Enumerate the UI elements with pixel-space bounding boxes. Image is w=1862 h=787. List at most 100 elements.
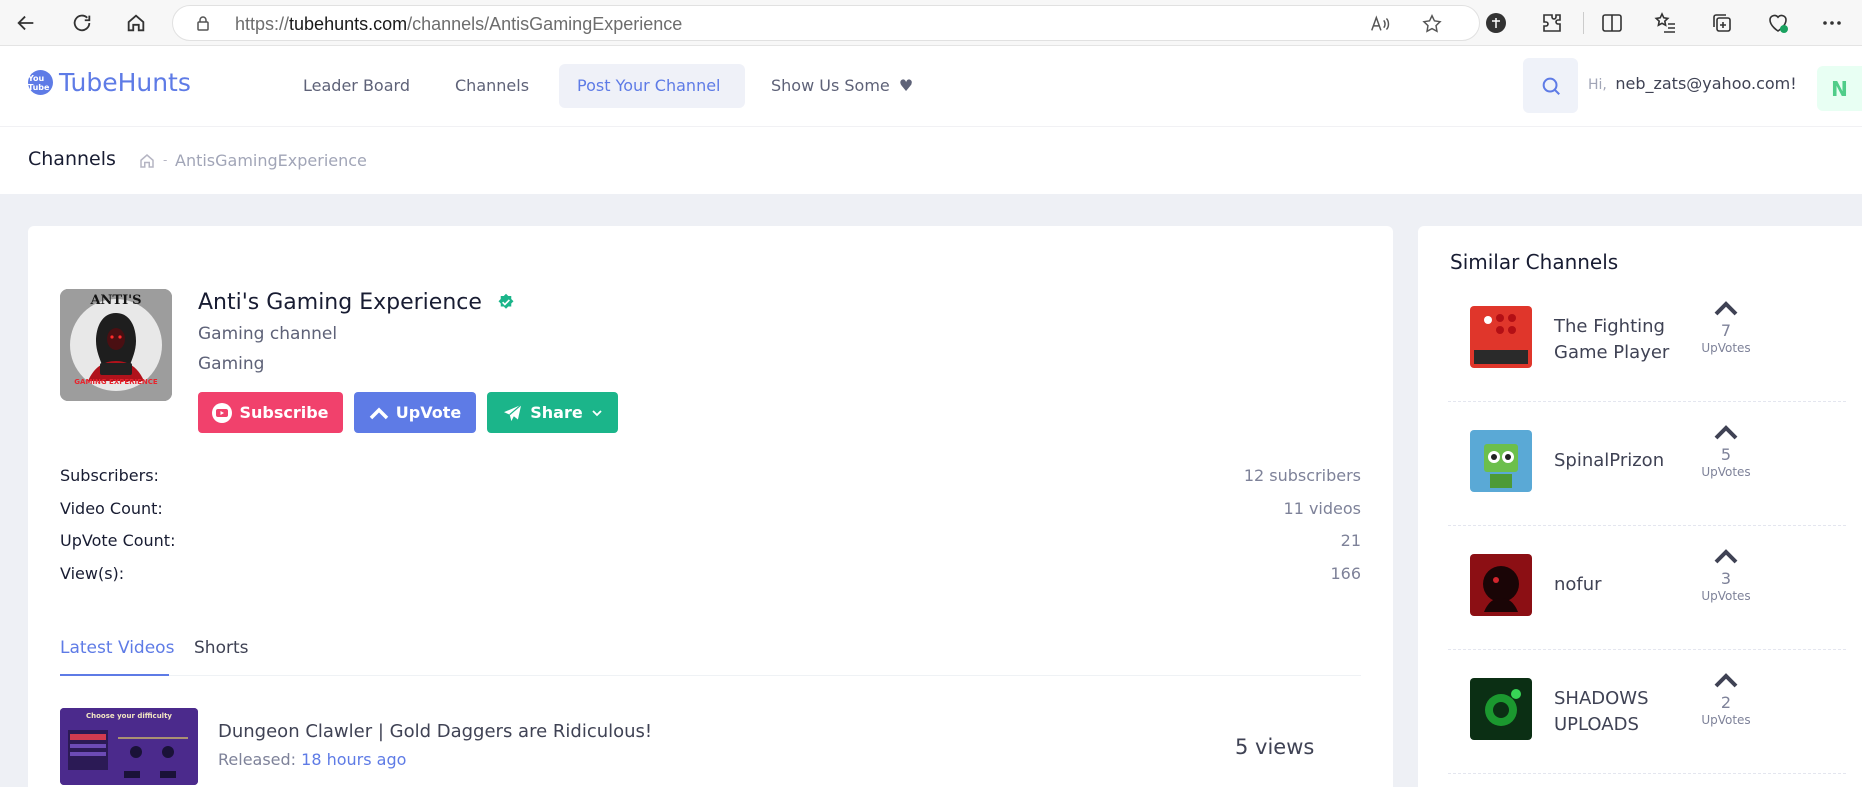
channel-avatar-subtitle: GAMING EXPERIENCE [74,378,158,386]
upvote-count: 7 [1720,321,1732,340]
similar-channels-title: Similar Channels [1450,250,1619,274]
similar-channel-item[interactable]: nofur 3 UpVotes [1448,526,1846,650]
similar-channel-item[interactable]: SpinalPrizon 5 UpVotes [1448,402,1846,526]
channel-avatar-title: ANTI'S [90,293,142,308]
stat-views-value: 166 [1330,564,1361,583]
tab-shorts[interactable]: Shorts [194,638,248,658]
extension-shield-icon[interactable] [1484,11,1508,35]
breadcrumb-separator: - [163,153,168,167]
similar-channel-thumb[interactable] [1470,554,1532,616]
active-tab-indicator [60,674,169,676]
share-label: Share [530,403,583,422]
upvote-count: 2 [1720,693,1732,712]
channel-category: Gaming [198,354,265,374]
video-views: 5 views [1235,735,1315,759]
user-email: neb_zats@yahoo.com! [1615,74,1797,93]
subscribe-label: Subscribe [239,403,329,422]
site-logo[interactable]: You Tube TubeHunts [28,68,191,97]
verified-badge-icon [498,293,514,309]
similar-channel-thumb[interactable] [1470,430,1532,492]
browser-toolbar: https://tubehunts.com/channels/AntisGami… [0,0,1862,46]
breadcrumb-toolbar: Channels - AntisGamingExperience [0,126,1862,194]
user-avatar[interactable]: N [1817,66,1862,111]
favorite-star-icon[interactable] [1421,13,1443,35]
toolbar-divider [1583,12,1584,34]
tab-latest-videos[interactable]: Latest Videos [60,638,174,658]
similar-channel-thumb[interactable] [1470,678,1532,740]
stat-upvotes-value: 21 [1340,531,1361,550]
video-thumbnail[interactable]: Choose your difficulty [60,708,198,785]
more-menu-icon[interactable] [1820,11,1844,35]
video-thumbnail-heading: Choose your difficulty [86,712,172,720]
similar-upvote[interactable]: 3 UpVotes [1694,548,1758,603]
similar-channel-name[interactable]: The Fighting Game Player [1554,314,1704,366]
address-bar[interactable]: https://tubehunts.com/channels/AntisGami… [172,5,1480,41]
heart-icon: ♥ [898,76,914,95]
channel-name-text: Anti's Gaming Experience [198,290,482,315]
nav-leader-board[interactable]: Leader Board [285,64,428,108]
upvote-label: UpVotes [1701,713,1751,727]
similar-channel-name[interactable]: SpinalPrizon [1554,448,1704,474]
upvote-arrow-icon[interactable] [1713,424,1739,440]
upvote-label: UpVotes [1701,341,1751,355]
channel-name: Anti's Gaming Experience [198,290,515,315]
url-text[interactable]: https://tubehunts.com/channels/AntisGami… [235,14,682,35]
video-title[interactable]: Dungeon Clawler | Gold Daggers are Ridic… [218,721,652,742]
video-released-ago: 18 hours ago [301,750,407,769]
similar-upvote[interactable]: 7 UpVotes [1694,300,1758,355]
breadcrumb-home-icon[interactable] [138,152,156,170]
breadcrumb-current: AntisGamingExperience [175,151,367,170]
similar-channels-card: Similar Channels The Fighting Game Playe… [1418,226,1862,787]
read-aloud-icon[interactable] [1369,13,1391,35]
stat-videos-label: Video Count: [60,499,163,518]
similar-upvote[interactable]: 5 UpVotes [1694,424,1758,479]
stat-videos-value: 11 videos [1283,499,1361,518]
browser-essentials-icon[interactable] [1766,11,1790,35]
nav-channels[interactable]: Channels [437,64,547,108]
chevron-down-icon [592,409,602,416]
upvote-label: UpVotes [1701,465,1751,479]
stat-subscribers-label: Subscribers: [60,466,159,485]
share-button[interactable]: Share [487,392,618,433]
upvote-arrow-icon [369,407,389,419]
channel-description: Gaming channel [198,324,338,344]
upvote-label: UpVotes [1701,589,1751,603]
send-icon [504,403,522,421]
lock-icon[interactable] [195,15,211,31]
reload-icon[interactable] [62,3,102,43]
similar-channel-item[interactable]: SHADOWS UPLOADS 2 UpVotes [1448,650,1846,774]
similar-channel-item[interactable]: The Fighting Game Player 7 UpVotes [1448,278,1846,402]
logo-text: TubeHunts [59,68,191,97]
upvote-count: 5 [1720,445,1732,464]
upvote-arrow-icon[interactable] [1713,300,1739,316]
back-icon[interactable] [6,3,46,43]
search-button[interactable] [1523,58,1578,113]
stat-upvotes-label: UpVote Count: [60,531,176,550]
similar-channel-name[interactable]: SHADOWS UPLOADS [1554,686,1704,738]
greeting-text: Hi, [1588,77,1607,93]
youtube-icon [212,402,233,423]
upvote-arrow-icon[interactable] [1713,548,1739,564]
nav-post-your-channel[interactable]: Post Your Channel [559,64,745,108]
nav-show-us-some[interactable]: Show Us Some ♥ [753,64,931,108]
site-header: You Tube TubeHunts Leader Board Channels… [0,46,1862,126]
favorites-list-icon[interactable] [1654,11,1678,35]
upvote-arrow-icon[interactable] [1713,672,1739,688]
stat-subscribers-value: 12 subscribers [1243,466,1361,485]
similar-channel-thumb[interactable] [1470,306,1532,368]
upvote-button[interactable]: UpVote [354,392,476,433]
similar-upvote[interactable]: 2 UpVotes [1694,672,1758,727]
similar-channel-name[interactable]: nofur [1554,572,1704,598]
channel-card: ANTI'S GAMING EXPERIENCE Anti's Gaming E… [28,226,1393,787]
home-icon[interactable] [116,3,156,43]
user-greeting: Hi, neb_zats@yahoo.com! [1588,74,1797,93]
upvote-label: UpVote [395,403,462,422]
extensions-puzzle-icon[interactable] [1540,11,1564,35]
collections-icon[interactable] [1710,11,1734,35]
stat-views-label: View(s): [60,564,125,583]
split-screen-icon[interactable] [1600,11,1624,35]
page-title: Channels [28,148,116,170]
subscribe-button[interactable]: Subscribe [198,392,343,433]
upvote-count: 3 [1720,569,1732,588]
channel-avatar: ANTI'S GAMING EXPERIENCE [60,289,172,401]
